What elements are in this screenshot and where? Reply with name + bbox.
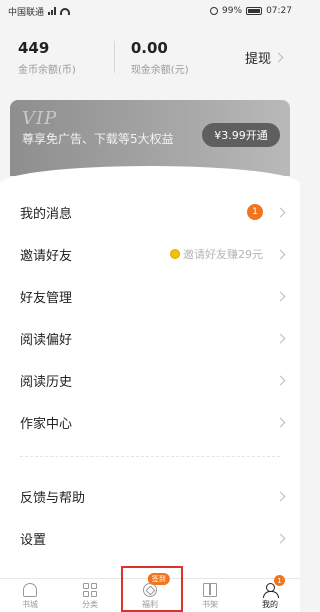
menu-item-label: 作家中心	[20, 416, 73, 432]
coin-balance-label: 金币余额(币)	[18, 64, 76, 76]
tab-bookstore[interactable]: 书城	[0, 579, 60, 612]
unread-badge: 1	[247, 204, 263, 220]
home-icon	[23, 583, 37, 597]
vip-banner[interactable]: VIP 尊享免广告、下载等5大权益 ¥3.99开通	[10, 100, 290, 176]
user-icon	[263, 583, 279, 598]
menu-item-right	[275, 333, 286, 343]
menu-item-right: 1	[247, 204, 286, 220]
tab-label: 书架	[202, 600, 218, 609]
tab-label: 分类	[82, 600, 98, 609]
menu-item-right	[275, 491, 286, 501]
menu-item-settings[interactable]: 设置	[0, 518, 300, 558]
menu-item-right	[275, 291, 286, 301]
welfare-icon	[143, 583, 157, 597]
menu-item-label: 好友管理	[20, 290, 73, 306]
menu-item-messages[interactable]: 我的消息 1	[0, 192, 300, 232]
wallet-summary: 449 金币余额(币) 0.00 现金余额(元) 提现	[0, 22, 300, 92]
cash-balance[interactable]: 0.00 现金余额(元)	[131, 39, 189, 76]
bottom-tab-bar: 书城 分类 签到 福利 书架 1 我的	[0, 573, 300, 612]
wifi-icon	[60, 7, 71, 15]
chevron-right-icon	[275, 533, 286, 543]
wallet-divider	[113, 41, 115, 73]
tab-mine[interactable]: 1 我的	[240, 575, 300, 612]
status-left: 中国联通	[8, 5, 71, 18]
menu-item-label: 邀请好友	[20, 248, 73, 264]
menu-item-history[interactable]: 阅读历史	[0, 360, 300, 400]
battery-icon	[246, 7, 263, 15]
mine-badge: 1	[274, 575, 285, 586]
chevron-right-icon	[275, 375, 286, 385]
menu-item-label: 阅读偏好	[20, 332, 73, 348]
clock: 07:27	[266, 6, 292, 16]
menu-item-label: 反馈与帮助	[20, 490, 86, 506]
menu-item-invite[interactable]: 邀请好友 邀请好友赚29元	[0, 234, 300, 274]
status-bar: 中国联通 99% 07:27	[0, 0, 300, 22]
menu-list: 我的消息 1 邀请好友 邀请好友赚29元 好友管理 阅读偏好 阅读历史 作家中心…	[0, 166, 300, 578]
book-icon	[203, 583, 217, 597]
coin-icon	[170, 249, 180, 259]
coin-balance[interactable]: 449 金币余额(币)	[18, 39, 76, 76]
grid-icon	[83, 583, 97, 597]
menu-separator	[20, 456, 280, 457]
withdraw-label: 提现	[244, 51, 271, 67]
chevron-right-icon	[275, 417, 286, 427]
tab-category[interactable]: 分类	[60, 579, 120, 612]
menu-item-label: 设置	[20, 532, 47, 548]
menu-item-right	[275, 375, 286, 385]
vip-logo: VIP	[22, 108, 58, 129]
alarm-icon	[210, 7, 219, 15]
menu-item-preference[interactable]: 阅读偏好	[0, 318, 300, 358]
chevron-right-icon	[275, 249, 286, 259]
tab-label: 福利	[142, 600, 158, 609]
carrier-name: 中国联通	[8, 7, 45, 18]
menu-item-right	[275, 533, 286, 543]
menu-item-right: 邀请好友赚29元	[170, 246, 286, 262]
vip-subscribe-button[interactable]: ¥3.99开通	[202, 123, 280, 147]
chevron-right-icon	[275, 333, 286, 343]
menu-item-friends[interactable]: 好友管理	[0, 276, 300, 316]
tab-shelf[interactable]: 书架	[180, 579, 240, 612]
tab-label: 书城	[22, 600, 38, 609]
signal-icon	[48, 7, 57, 15]
chevron-right-icon	[275, 207, 286, 217]
cash-balance-value: 0.00	[130, 38, 168, 57]
vip-description: 尊享免广告、下载等5大权益	[22, 132, 174, 146]
invite-hint: 邀请好友赚29元	[170, 246, 263, 262]
menu-item-label: 阅读历史	[20, 374, 73, 390]
chevron-right-icon	[275, 491, 286, 501]
menu-item-label: 我的消息	[20, 206, 73, 222]
chevron-right-icon	[273, 52, 284, 62]
coin-balance-value: 449	[18, 38, 50, 57]
tab-welfare[interactable]: 签到 福利	[120, 573, 180, 612]
battery-percent: 99%	[222, 6, 243, 16]
menu-item-right	[275, 417, 286, 427]
invite-hint-text: 邀请好友赚29元	[183, 248, 263, 261]
tab-label: 我的	[262, 600, 278, 609]
withdraw-button[interactable]: 提现	[244, 48, 284, 67]
menu-item-feedback[interactable]: 反馈与帮助	[0, 476, 300, 516]
status-right: 99% 07:27	[210, 6, 292, 16]
chevron-right-icon	[275, 291, 286, 301]
menu-item-author[interactable]: 作家中心	[0, 402, 300, 442]
cash-balance-label: 现金余额(元)	[130, 64, 189, 76]
